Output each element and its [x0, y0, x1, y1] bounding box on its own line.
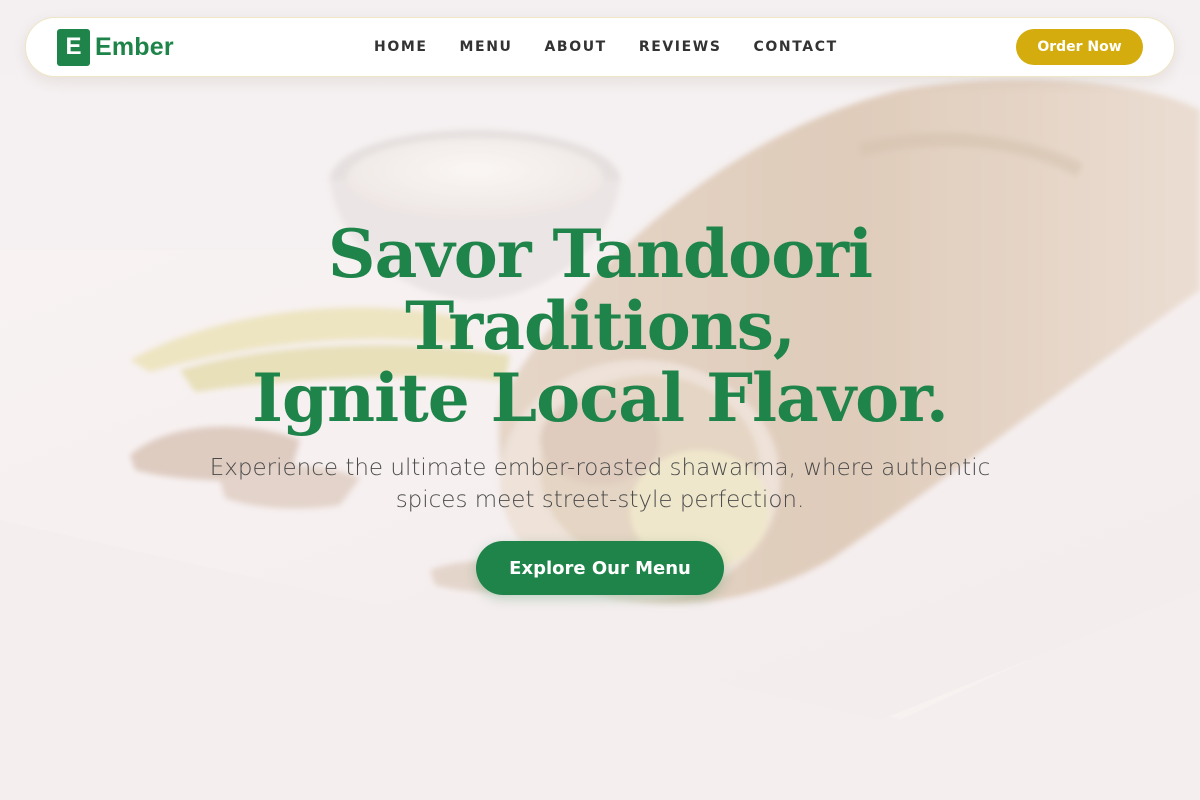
explore-menu-button[interactable]: Explore Our Menu: [476, 541, 724, 595]
navbar: E Ember HOME MENU ABOUT REVIEWS CONTACT …: [25, 17, 1175, 77]
nav-links: HOME MENU ABOUT REVIEWS CONTACT: [374, 36, 870, 58]
nav-link-reviews[interactable]: REVIEWS: [639, 36, 722, 58]
nav-link-contact[interactable]: CONTACT: [754, 36, 838, 58]
hero-title-line-3: Ignite Local Flavor.: [252, 359, 949, 437]
brand-mark: E: [57, 28, 90, 66]
hero-title-line-2: Traditions,: [405, 287, 796, 365]
brand-name: Ember: [95, 32, 174, 61]
nav-link-home[interactable]: HOME: [374, 36, 428, 58]
hero-title: Savor Tandoori Traditions, Ignite Local …: [100, 218, 1100, 434]
nav-link-menu[interactable]: MENU: [460, 36, 513, 58]
nav-link-about[interactable]: ABOUT: [545, 36, 607, 58]
hero-subtitle: Experience the ultimate ember-roasted sh…: [209, 455, 991, 513]
hero-section: Savor Tandoori Traditions, Ignite Local …: [100, 218, 1100, 595]
brand-logo[interactable]: E Ember: [57, 28, 174, 66]
hero-title-line-1: Savor Tandoori: [327, 215, 873, 293]
order-now-button[interactable]: Order Now: [1016, 29, 1143, 65]
